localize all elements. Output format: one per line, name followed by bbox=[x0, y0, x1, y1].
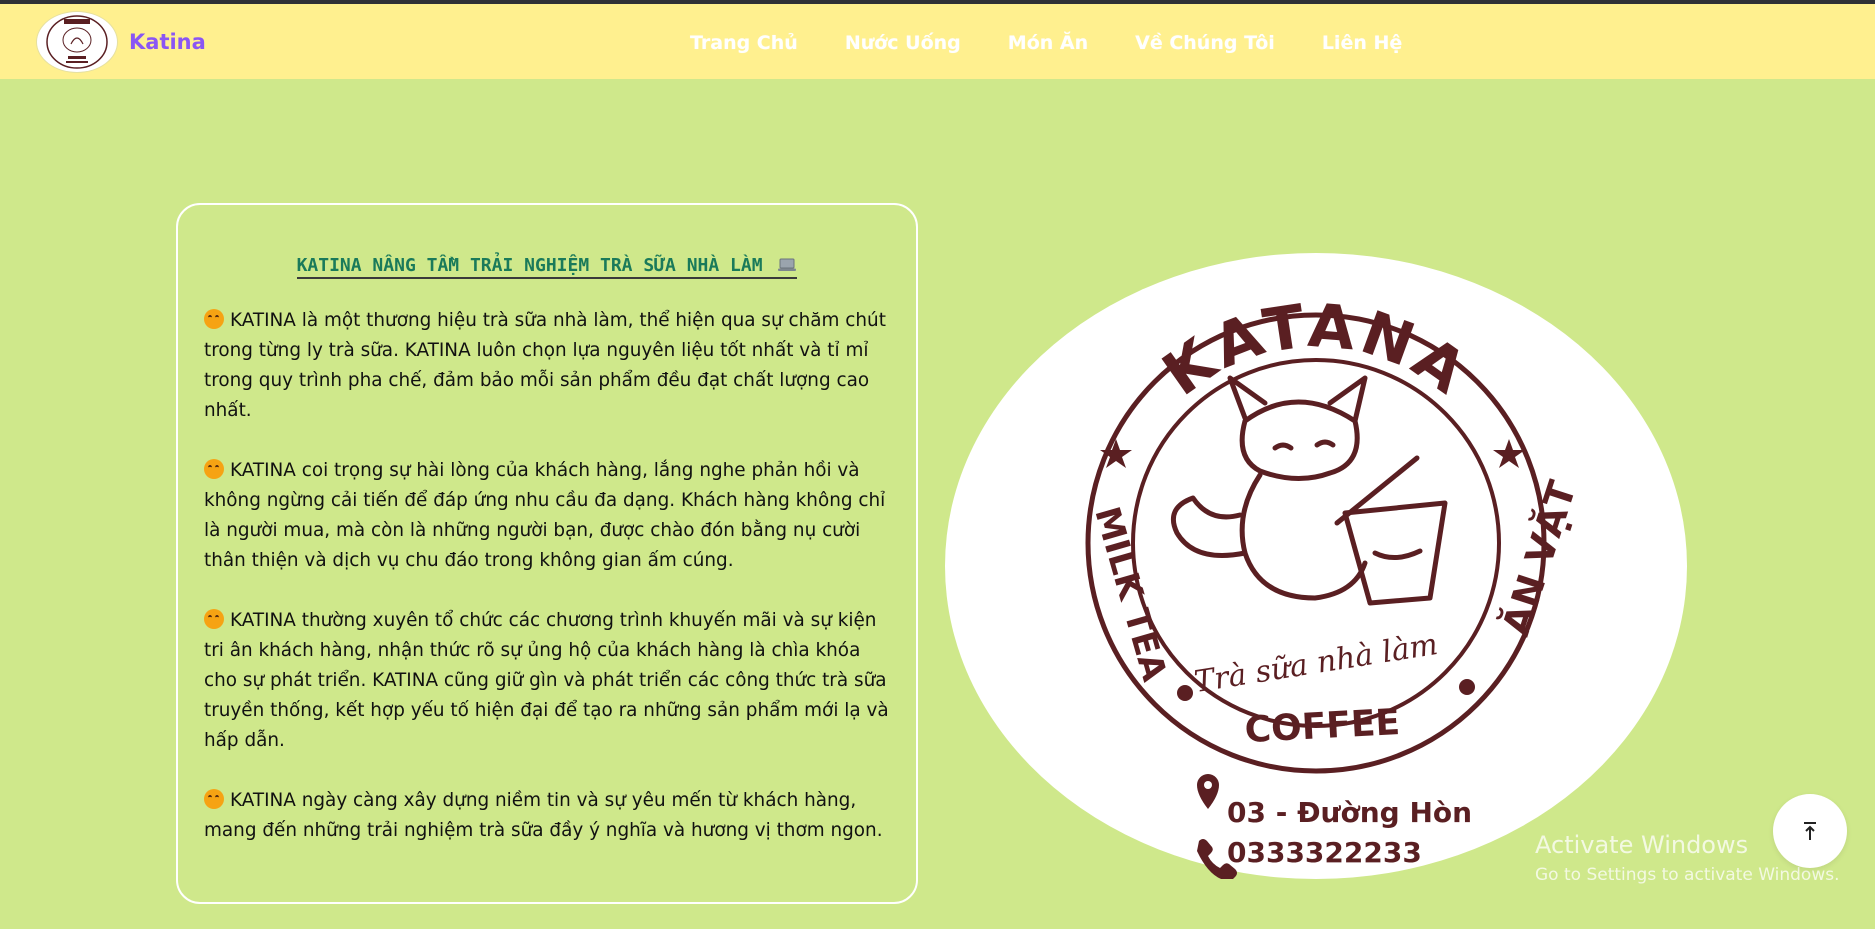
about-paragraph: KATINA coi trọng sự hài lòng của khách h… bbox=[204, 456, 890, 576]
brand-link[interactable]: Katina bbox=[37, 12, 206, 72]
nav-item-drinks[interactable]: Nước Uống bbox=[845, 32, 961, 54]
paragraph-text: KATINA ngày càng xây dựng niềm tin và sự… bbox=[204, 790, 883, 841]
nav-item-food[interactable]: Món Ăn bbox=[1008, 32, 1088, 54]
main-nav: Trang Chủ Nước Uống Món Ăn Về Chúng Tôi … bbox=[690, 32, 1449, 54]
about-card: KATINA NÂNG TẦM TRẢI NGHIỆM TRÀ SỮA NHÀ … bbox=[176, 203, 918, 904]
hugging-face-emoji-icon bbox=[204, 789, 224, 809]
logo-address: 03 - Đường Hòn bbox=[1227, 796, 1472, 829]
laptop-icon bbox=[778, 258, 797, 271]
katana-logo-image: KATANA MILK TEA ĂN VẶT Trà sữa nhà làm C… bbox=[945, 253, 1687, 879]
site-header: Katina Trang Chủ Nước Uống Món Ăn Về Chú… bbox=[0, 4, 1875, 79]
scroll-to-top-button[interactable] bbox=[1773, 794, 1847, 868]
about-title: KATINA NÂNG TẦM TRẢI NGHIỆM TRÀ SỮA NHÀ … bbox=[204, 255, 890, 279]
paragraph-text: KATINA là một thương hiệu trà sữa nhà là… bbox=[204, 310, 886, 421]
about-paragraph: KATINA là một thương hiệu trà sữa nhà là… bbox=[204, 306, 890, 426]
nav-item-home[interactable]: Trang Chủ bbox=[690, 32, 798, 54]
arrow-up-to-top-icon bbox=[1804, 822, 1816, 840]
hugging-face-emoji-icon bbox=[204, 609, 224, 629]
logo-phone: 0333322233 bbox=[1227, 836, 1422, 869]
dot-icon bbox=[1177, 685, 1193, 701]
about-title-text: KATINA NÂNG TẦM TRẢI NGHIỆM TRÀ SỮA NHÀ … bbox=[296, 255, 763, 276]
logo-coffee-text: COFFEE bbox=[1244, 702, 1401, 751]
nav-item-contact[interactable]: Liên Hệ bbox=[1322, 32, 1402, 54]
dot-icon bbox=[1459, 679, 1475, 695]
brand-logo bbox=[37, 12, 117, 72]
brand-name: Katina bbox=[129, 30, 206, 54]
about-paragraphs: KATINA là một thương hiệu trà sữa nhà là… bbox=[204, 306, 890, 846]
hugging-face-emoji-icon bbox=[204, 309, 224, 329]
hugging-face-emoji-icon bbox=[204, 459, 224, 479]
paragraph-text: KATINA thường xuyên tổ chức các chương t… bbox=[204, 610, 889, 751]
about-paragraph: KATINA thường xuyên tổ chức các chương t… bbox=[204, 606, 890, 756]
about-paragraph: KATINA ngày càng xây dựng niềm tin và sự… bbox=[204, 786, 890, 846]
katana-logo-small-icon bbox=[46, 15, 108, 69]
watermark-line2: Go to Settings to activate Windows. bbox=[1535, 865, 1840, 885]
nav-item-about[interactable]: Về Chúng Tôi bbox=[1135, 32, 1275, 54]
paragraph-text: KATINA coi trọng sự hài lòng của khách h… bbox=[204, 460, 886, 571]
